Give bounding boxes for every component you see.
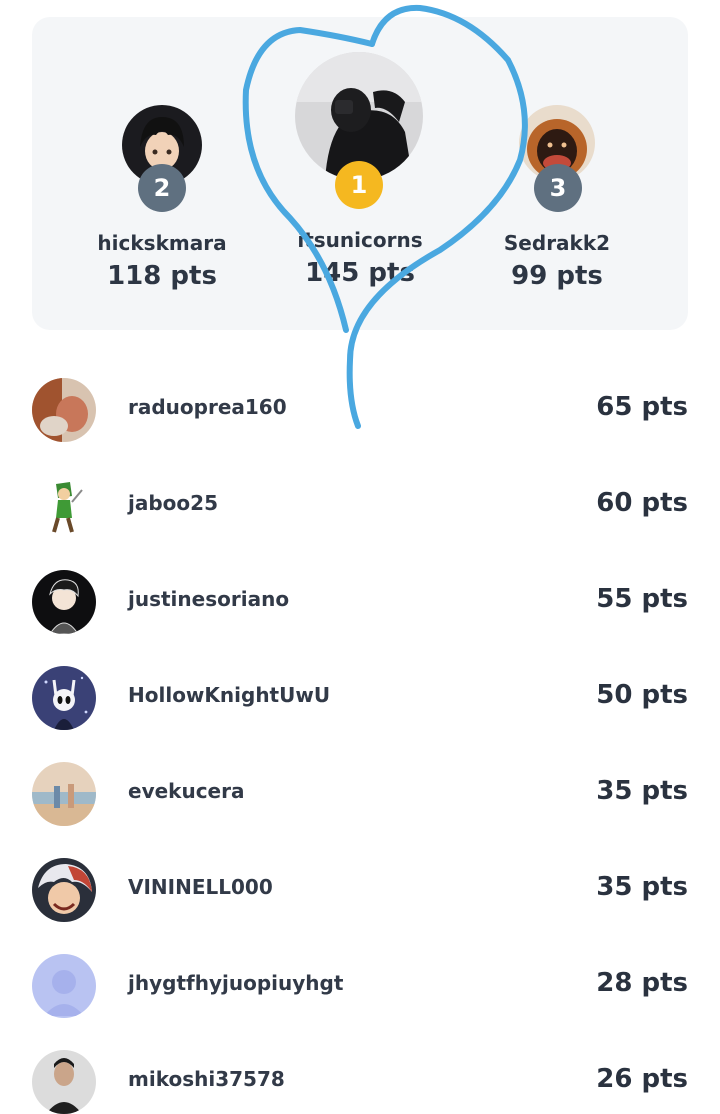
- photo-avatar-icon: [32, 1050, 96, 1114]
- podium-third[interactable]: 3 Sedrakk2 99 pts: [477, 17, 637, 307]
- list-item[interactable]: VININELL000 35 pts: [32, 858, 688, 922]
- game-character-avatar-icon: [32, 474, 96, 538]
- podium-second[interactable]: 2 hickskmara 118 pts: [82, 17, 242, 307]
- avatar: [32, 762, 96, 826]
- rank-badge: 1: [335, 161, 383, 209]
- rank-badge: 2: [138, 164, 186, 212]
- list-item[interactable]: justinesoriano 55 pts: [32, 570, 688, 634]
- points: 28 pts: [596, 968, 688, 998]
- points: 26 pts: [596, 1064, 688, 1094]
- username: mikoshi37578: [128, 1067, 285, 1091]
- points: 99 pts: [511, 261, 603, 291]
- cartoon-avatar-icon: [32, 570, 96, 634]
- anime-avatar-icon: [32, 858, 96, 922]
- points: 35 pts: [596, 776, 688, 806]
- avatar: [32, 666, 96, 730]
- avatar: [32, 954, 96, 1018]
- username: hickskmara: [97, 231, 227, 255]
- username: jhygtfhyjuopiuyhgt: [128, 971, 344, 995]
- username: VININELL000: [128, 875, 273, 899]
- list-item[interactable]: raduoprea160 65 pts: [32, 378, 688, 442]
- default-user-avatar-icon: [32, 954, 96, 1018]
- points: 60 pts: [596, 488, 688, 518]
- username: evekucera: [128, 779, 245, 803]
- avatar: [32, 1050, 96, 1114]
- username: HollowKnightUwU: [128, 683, 331, 707]
- username: itsunicorns: [297, 228, 423, 252]
- list-item[interactable]: evekucera 35 pts: [32, 762, 688, 826]
- list-item[interactable]: jaboo25 60 pts: [32, 474, 688, 538]
- avatar: [32, 474, 96, 538]
- points: 65 pts: [596, 392, 688, 422]
- avatar: [32, 378, 96, 442]
- list-item[interactable]: jhygtfhyjuopiuyhgt 28 pts: [32, 954, 688, 1018]
- username: raduoprea160: [128, 395, 287, 419]
- username: justinesoriano: [128, 587, 290, 611]
- points: 118 pts: [107, 261, 217, 291]
- username: Sedrakk2: [503, 231, 611, 255]
- rank-badge: 3: [534, 164, 582, 212]
- hollow-knight-avatar-icon: [32, 666, 96, 730]
- points: 55 pts: [596, 584, 688, 614]
- points: 50 pts: [596, 680, 688, 710]
- avatar: [32, 858, 96, 922]
- list-item[interactable]: HollowKnightUwU 50 pts: [32, 666, 688, 730]
- avatar: [32, 570, 96, 634]
- username: jaboo25: [128, 491, 218, 515]
- podium-card: 2 hickskmara 118 pts 1 itsunicorns 145 p…: [32, 17, 688, 330]
- list-item[interactable]: mikoshi37578 26 pts: [32, 1050, 688, 1114]
- photo-avatar-icon: [32, 378, 96, 442]
- points: 145 pts: [305, 258, 415, 288]
- points: 35 pts: [596, 872, 688, 902]
- beach-photo-avatar-icon: [32, 762, 96, 826]
- podium-first[interactable]: 1 itsunicorns 145 pts: [280, 17, 440, 307]
